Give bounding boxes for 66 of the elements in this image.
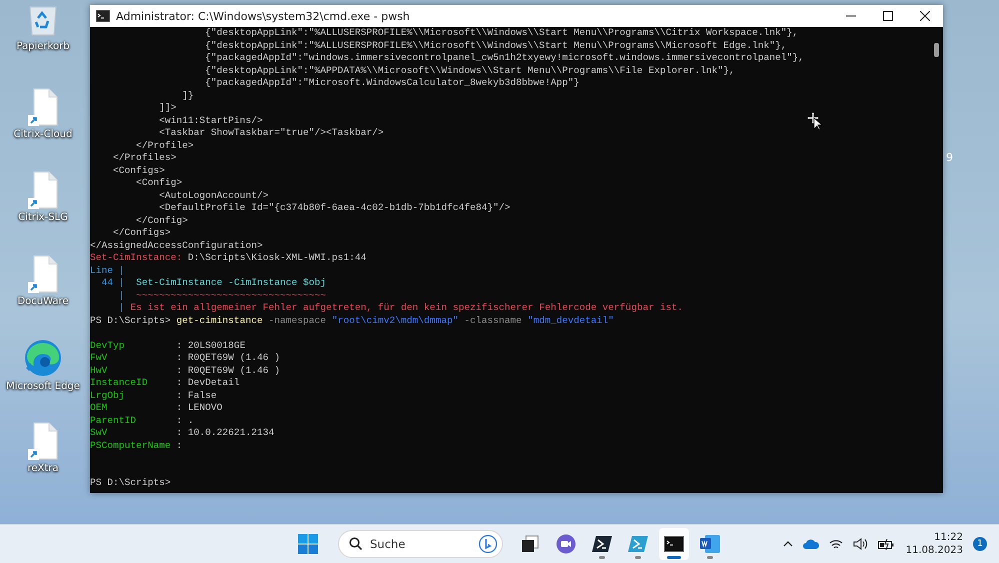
- notification-badge[interactable]: 1: [973, 537, 987, 551]
- terminal-prompt-icon: [628, 535, 648, 553]
- start-icon[interactable]: [298, 534, 318, 554]
- console-line: </Config>: [135, 214, 188, 227]
- desktop-icon-label[interactable]: DocuWare: [17, 296, 69, 306]
- console-line: <Configs>: [112, 164, 165, 177]
- console-line: </Configs>: [112, 227, 171, 240]
- desktop-icon-label[interactable]: reXtra: [27, 462, 59, 474]
- desktop-icon-label[interactable]: Citrix-SLG: [18, 212, 68, 223]
- console-line: OEM : LENOVO: [90, 402, 222, 414]
- console-line: LrgObj : False: [90, 390, 217, 402]
- move-cursor-icon: [807, 112, 823, 130]
- window-title: Administrator: C:\Windows\system32\cmd.exe - pwsh: [116, 10, 410, 22]
- console-line: PS D:\Scripts>: [90, 477, 171, 490]
- battery-icon[interactable]: [878, 538, 894, 550]
- console-line: {"desktopAppLink":"%ALLUSERSPROFILE%\\Microsoft\\Windows\\Start Menu\\Programs\\Microsoft Edge.lnk"},: [204, 40, 787, 52]
- console-line: Set-CimInstance: D:\Scripts\Kiosk-XML-WMI.ps1:44: [90, 252, 366, 264]
- console-line: Line |: [90, 264, 125, 277]
- close-icon: [920, 11, 930, 21]
- console-line: {"packagedAppId":"windows.immersivecontrolpanel_cw5n1h2txyewy!microsoft.windows.immersivecontrolpanel"},: [204, 52, 804, 64]
- clock-date[interactable]: 11.08.2023: [906, 544, 963, 557]
- console-line: <win11:StartPins/>: [158, 114, 263, 127]
- cloud-icon[interactable]: [802, 539, 819, 549]
- chevron-up-icon[interactable]: [782, 541, 793, 547]
- console-line: HwV : R0QET69W (1.46 ): [90, 364, 280, 377]
- console-line: ParentID : .: [90, 414, 194, 427]
- console-line: 44 | Set-CimInstance -CimInstance $obj: [100, 277, 326, 290]
- edge-browser-icon[interactable]: [23, 338, 63, 378]
- search-field[interactable]: Suche: [338, 530, 503, 558]
- console-line: </AssignedAccessConfiguration>: [90, 240, 263, 252]
- console-app-icon: [96, 10, 110, 22]
- console-line: PS D:\Scripts> get-ciminstance -namespace "root\cimv2\mdm\dmmap" -classname "mdm_devdetail": [90, 314, 614, 327]
- console-line: | ~~~~~~~~~~~~~~~~~~~~~~~~~~~~~~~~~: [118, 290, 326, 302]
- console-line: </Profiles>: [112, 152, 176, 164]
- console-line: <AutoLogonAccount/>: [158, 190, 268, 202]
- console-line: {"desktopAppLink":"%APPDATA%\\Microsoft\\Windows\\Start Menu\\Programs\\File Explorer.lnk"},: [204, 64, 735, 77]
- taskbar-app-button[interactable]: [659, 528, 689, 560]
- maximize-icon: [882, 11, 892, 21]
- wifi-icon[interactable]: [828, 538, 843, 550]
- desktop-text-fragment: 9: [946, 151, 953, 164]
- console-line: | Es ist ein allgemeiner Fehler aufgetreten, für den kein spezifischerer Fehlercode verfügbar ist.: [118, 302, 684, 314]
- desktop-icon-label[interactable]: Papierkorb: [16, 41, 70, 52]
- search-icon: [349, 537, 362, 550]
- speaker-icon[interactable]: [852, 538, 868, 550]
- console-line: DevTyp : 20LS0018GE: [90, 340, 246, 352]
- console-line: {"desktopAppLink":"%ALLUSERSPROFILE%\\Microsoft\\Windows\\Start Menu\\Programs\\Citrix Workspace.lnk"},: [204, 27, 798, 40]
- console-line: {"packagedAppId":"Microsoft.WindowsCalculator_8wekyb3d8bbwe!App"}: [204, 77, 580, 90]
- desktop-icon-label[interactable]: Citrix-Cloud: [14, 128, 72, 140]
- console-line: ]]>: [158, 102, 176, 114]
- clock-time[interactable]: 11:22: [934, 531, 963, 544]
- terminal-prompt-icon: [592, 535, 612, 553]
- video-chat-icon: [556, 534, 576, 554]
- console-line: </Profile>: [135, 140, 194, 152]
- console-line: <Taskbar ShowTaskbar="true"/><Taskbar/>: [158, 127, 384, 140]
- console-line: InstanceID : DevDetail: [90, 377, 240, 390]
- console-line: PSComputerName :: [90, 440, 182, 452]
- desktop-icon-label[interactable]: Microsoft Edge: [6, 381, 80, 392]
- console-line: <Config>: [135, 177, 182, 190]
- bing-logo-icon: [479, 535, 497, 553]
- console-line: FwV : R0QET69W (1.46 ): [90, 352, 280, 364]
- console-line: <DefaultProfile Id="{c374b80f-6aea-4c02-b1db-7bb1dfc4fe84}"/>: [158, 202, 510, 214]
- console-window-icon: [664, 536, 684, 552]
- console-line: ]}: [181, 90, 194, 102]
- task-view-icon: [521, 535, 539, 553]
- console-line: SwV : 10.0.22621.2134: [90, 427, 274, 440]
- word-document-icon: [700, 535, 720, 553]
